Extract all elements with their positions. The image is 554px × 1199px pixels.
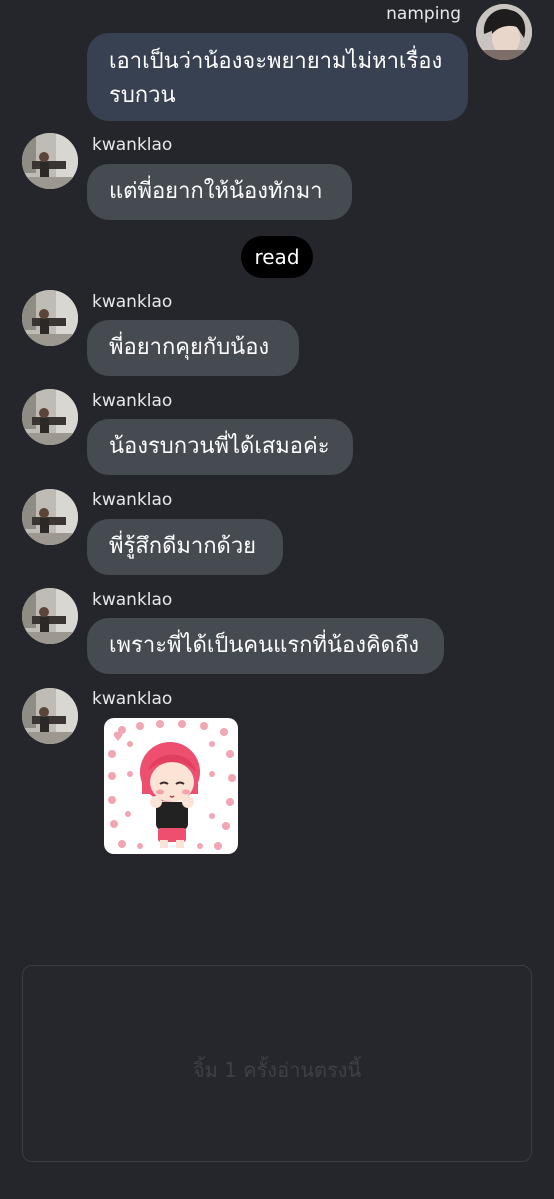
contact-sender-name: kwanklao: [92, 135, 173, 155]
message-bubble-incoming[interactable]: พี่รู้สึกดีมากด้วย: [87, 519, 283, 575]
contact-avatar[interactable]: [22, 389, 78, 445]
contact-avatar[interactable]: [22, 133, 78, 189]
contact-sender-name: kwanklao: [92, 490, 173, 510]
input-placeholder: จิ้ม 1 ครั้งอ่านตรงนี้: [192, 1058, 362, 1082]
contact-avatar[interactable]: [22, 489, 78, 545]
message-bubble-incoming[interactable]: เพราะพี่ได้เป็นคนแรกที่น้องคิดถึง: [87, 618, 444, 674]
message-bubble-incoming[interactable]: แต่พี่อยากให้น้องทักมา: [87, 164, 352, 220]
contact-sender-name: kwanklao: [92, 590, 173, 610]
message-bubble-outgoing[interactable]: เอาเป็นว่าน้องจะพยายามไม่หาเรื่องรบกวน: [87, 33, 468, 121]
read-status-badge: read: [241, 236, 313, 278]
contact-avatar[interactable]: [22, 290, 78, 346]
contact-sender-name: kwanklao: [92, 292, 173, 312]
contact-sender-name: kwanklao: [92, 391, 173, 411]
message-bubble-incoming[interactable]: พี่อยากคุยกับน้อง: [87, 320, 299, 376]
message-bubble-incoming[interactable]: น้องรบกวนพี่ได้เสมอค่ะ: [87, 419, 353, 475]
self-sender-name: namping: [386, 4, 461, 24]
girl-hearts-sticker[interactable]: [100, 714, 242, 858]
contact-avatar[interactable]: [22, 688, 78, 744]
self-avatar[interactable]: [476, 4, 532, 60]
contact-avatar[interactable]: [22, 588, 78, 644]
contact-sender-name: kwanklao: [92, 689, 173, 709]
message-input-area[interactable]: จิ้ม 1 ครั้งอ่านตรงนี้: [22, 965, 532, 1162]
